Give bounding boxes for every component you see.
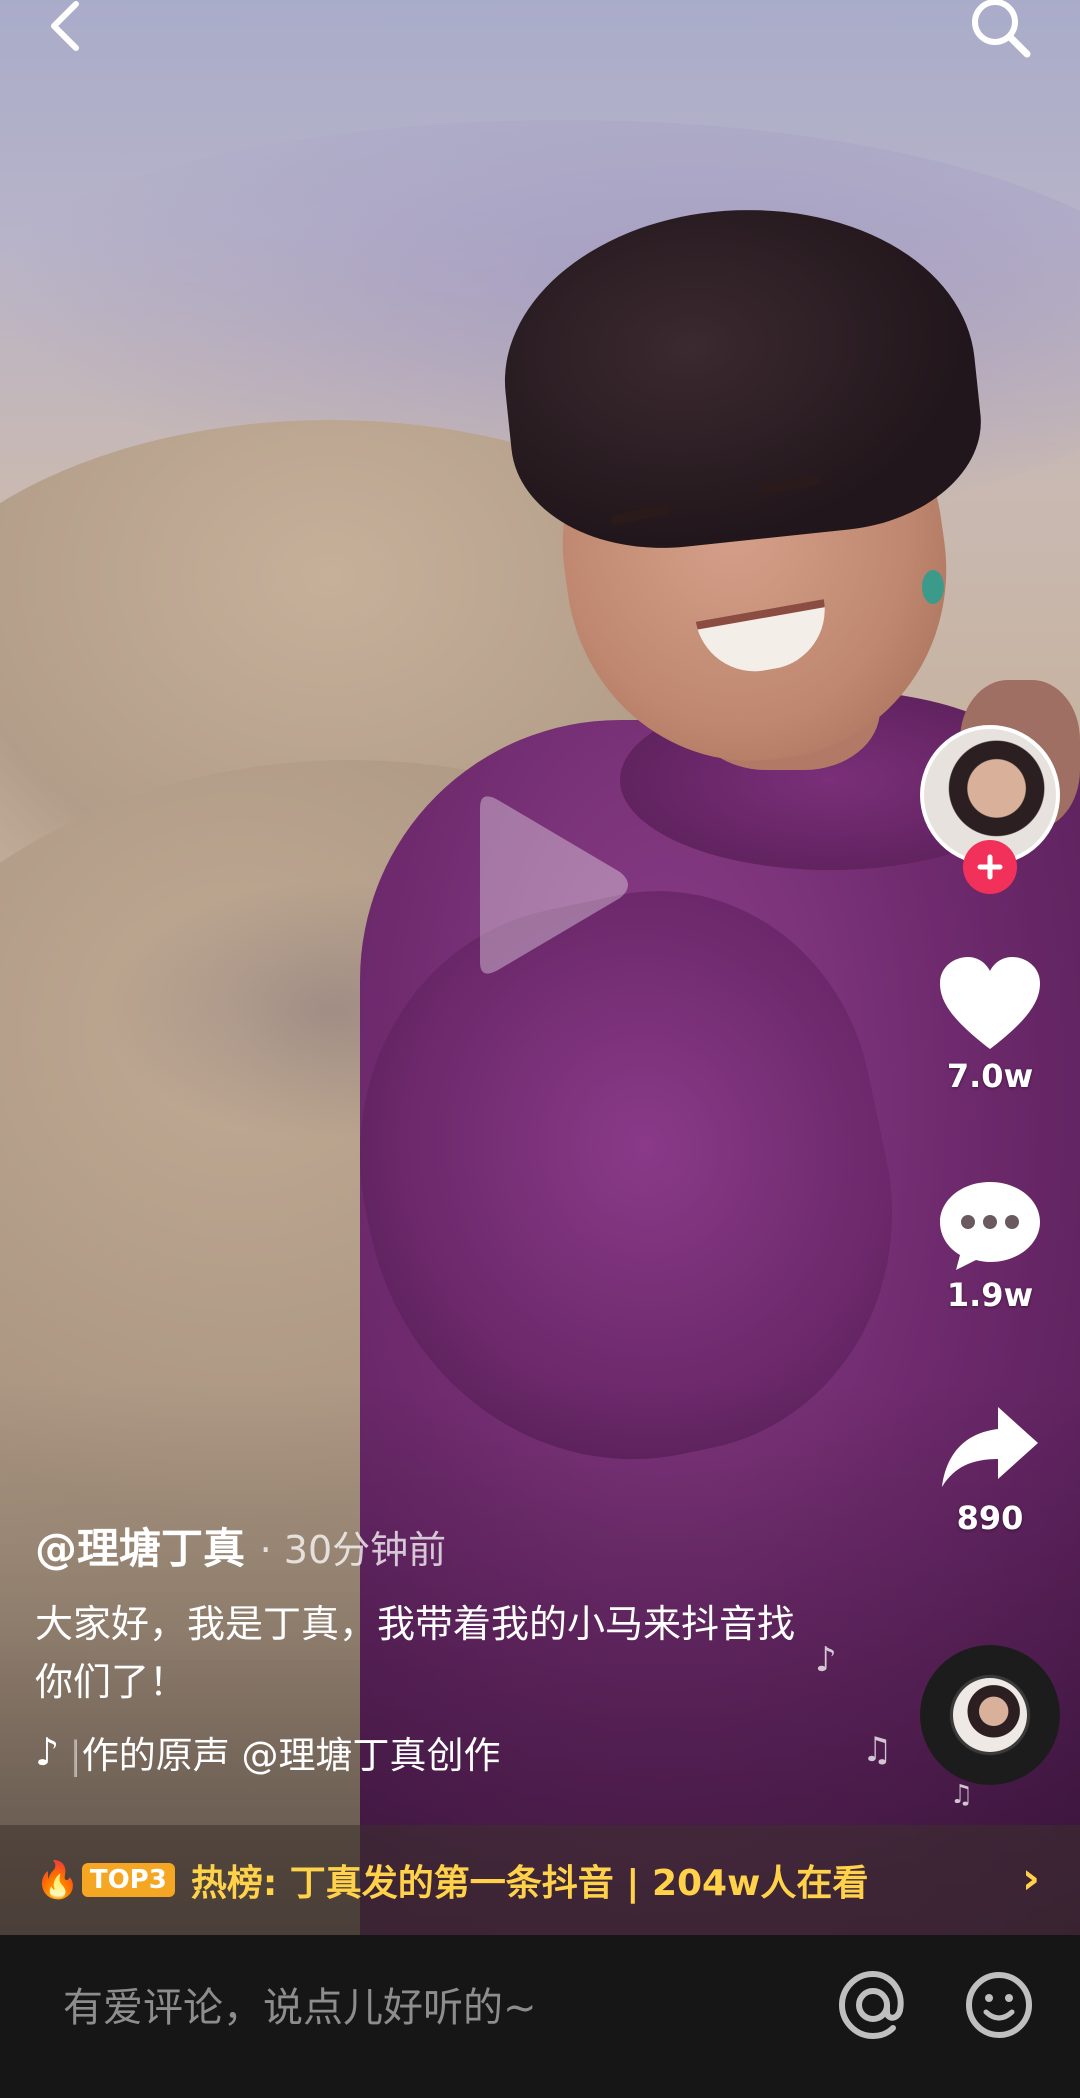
music-info[interactable]: ♪ |作的原声 @理塘丁真创作 [35, 1725, 629, 1779]
music-disc[interactable] [920, 1645, 1060, 1785]
author-line: @理塘丁真 · 30分钟前 [35, 1515, 446, 1576]
play-icon [480, 796, 628, 974]
search-button[interactable] [965, 0, 1035, 60]
comment-bubble-icon [940, 1182, 1040, 1270]
music-note-icon: ♫ [950, 1780, 974, 1810]
music-note-icon: ♫ [862, 1730, 893, 1770]
hot-list-text: 热榜: 丁真发的第一条抖音 | 204w人在看 [190, 1863, 869, 1904]
music-title: |作的原声 @理塘丁真创作 [69, 1734, 501, 1777]
mention-button[interactable] [838, 1970, 908, 2040]
comment-count: 1.9w [946, 1276, 1034, 1314]
comment-bar: 有爱评论，说点儿好听的~ [0, 1935, 1080, 2098]
like-button[interactable]: 7.0w [920, 957, 1060, 1095]
flame-icon: 🔥 [35, 1860, 80, 1901]
chevron-right-icon: › [1021, 1853, 1040, 1904]
at-icon [838, 1970, 904, 2040]
smile-icon [966, 1972, 1032, 2038]
share-button[interactable]: 890 [920, 1403, 1060, 1537]
music-note-icon: ♪ [815, 1640, 837, 1680]
back-button[interactable] [40, 0, 100, 60]
author-name[interactable]: @理塘丁真 [35, 1524, 245, 1573]
comment-input[interactable]: 有爱评论，说点儿好听的~ [63, 1975, 537, 2033]
video-description: 大家好，我是丁真，我带着我的小马来抖音找你们了！ [35, 1602, 796, 1704]
music-cover [953, 1678, 1027, 1752]
tiktok-note-icon: ♪ [35, 1730, 60, 1774]
heart-icon [940, 957, 1040, 1049]
comment-button[interactable]: 1.9w [920, 1180, 1060, 1314]
follow-button[interactable] [963, 840, 1017, 894]
top-badge: TOP3 [81, 1863, 175, 1897]
plus-icon [977, 854, 1003, 880]
post-time: · 30分钟前 [259, 1528, 447, 1572]
like-count: 7.0w [946, 1057, 1034, 1095]
emoji-button[interactable] [964, 1970, 1034, 2040]
play-button[interactable] [460, 790, 630, 980]
person-earring [922, 570, 944, 604]
chevron-left-icon [51, 1, 79, 51]
author-avatar-group[interactable] [920, 725, 1060, 894]
search-icon [972, 0, 1031, 58]
share-count: 890 [956, 1499, 1024, 1537]
hot-list-banner[interactable]: 🔥 TOP3 热榜: 丁真发的第一条抖音 | 204w人在看 › [0, 1825, 1080, 1935]
share-arrow-icon [942, 1407, 1038, 1487]
